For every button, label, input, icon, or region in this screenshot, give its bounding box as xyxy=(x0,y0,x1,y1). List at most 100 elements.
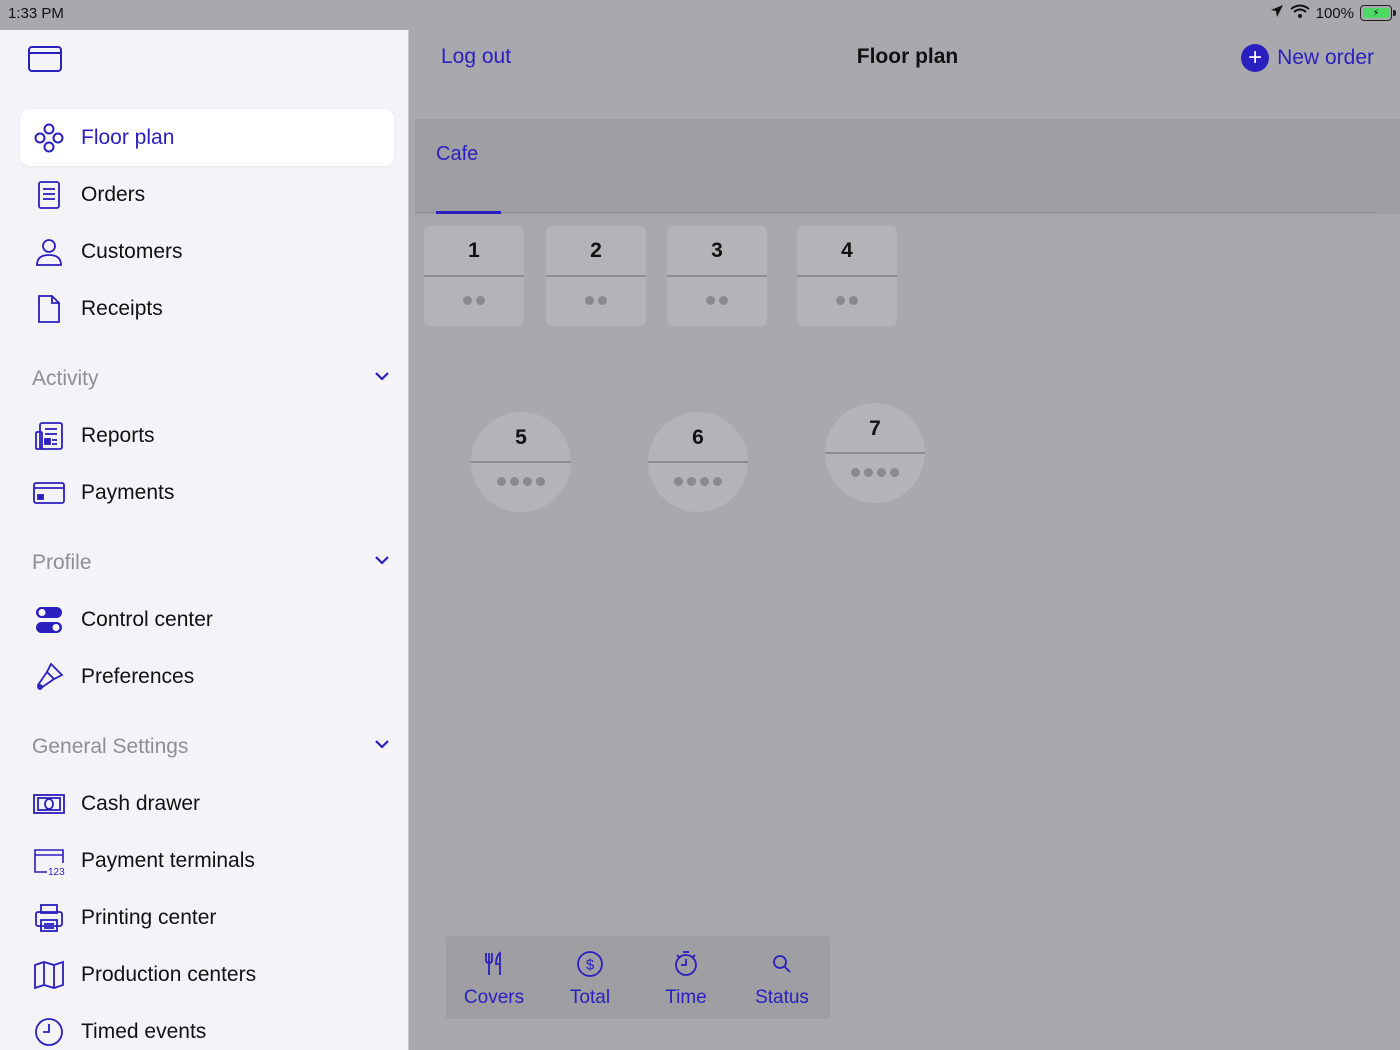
table-5[interactable]: 5 xyxy=(471,412,571,512)
sidebar-item-orders[interactable]: Orders xyxy=(20,166,394,223)
table-number: 6 xyxy=(692,426,704,449)
area-tabs: Cafe xyxy=(415,119,1400,214)
cash-drawer-icon xyxy=(32,787,66,821)
payment-terminals-icon: 123 xyxy=(32,844,66,878)
production-centers-icon xyxy=(32,958,66,992)
table-number: 3 xyxy=(711,239,723,262)
tab-selected-indicator xyxy=(436,211,501,214)
covers-label: Covers xyxy=(463,987,525,1008)
section-header-general-settings[interactable]: General Settings xyxy=(32,727,392,767)
sidebar-item-printing-center[interactable]: Printing center xyxy=(20,889,394,946)
svg-text:$: $ xyxy=(586,957,595,974)
sidebar-item-payment-terminals[interactable]: 123 Payment terminals xyxy=(20,832,394,889)
table-6[interactable]: 6 xyxy=(648,412,748,512)
svg-text:123: 123 xyxy=(48,867,65,877)
customers-icon xyxy=(32,235,66,269)
divider xyxy=(415,212,1378,213)
fork-knife-icon xyxy=(480,950,508,987)
battery-icon: ⚡ xyxy=(1360,5,1396,21)
sidebar-item-label: Orders xyxy=(81,182,146,206)
table-number: 2 xyxy=(590,239,602,262)
seat-indicator xyxy=(648,477,748,486)
sidebar-item-cash-drawer[interactable]: Cash drawer xyxy=(20,775,394,832)
status-label: Status xyxy=(755,987,809,1008)
sidebar: Floor plan Orders Customers Receipts Act… xyxy=(0,30,409,1050)
control-center-icon xyxy=(32,603,66,637)
table-number: 5 xyxy=(515,426,527,449)
navigation-bar: Log out Floor plan + New order xyxy=(415,30,1400,119)
status-bar: 1:33 PM 100% ⚡ xyxy=(0,0,1400,30)
chevron-down-icon[interactable] xyxy=(372,550,392,576)
sidebar-item-label: Preferences xyxy=(81,664,195,688)
section-title: Profile xyxy=(32,551,92,574)
sidebar-item-label: Reports xyxy=(81,423,155,447)
time-label: Time xyxy=(665,987,707,1008)
section-header-activity[interactable]: Activity xyxy=(32,359,392,399)
sidebar-item-label: Timed events xyxy=(81,1019,207,1043)
table-number: 4 xyxy=(841,239,853,262)
sidebar-item-timed-events[interactable]: Timed events xyxy=(20,1003,394,1050)
status-time: 1:33 PM xyxy=(8,5,64,22)
display-mode-bar: Covers $ Total Time Status xyxy=(446,936,830,1019)
sidebar-item-reports[interactable]: Reports xyxy=(20,407,394,464)
reports-icon xyxy=(32,419,66,453)
main-content: Log out Floor plan + New order Cafe 1 2 … xyxy=(415,30,1400,1050)
seat-indicator xyxy=(825,468,925,477)
location-icon xyxy=(1270,4,1284,22)
chevron-down-icon[interactable] xyxy=(372,734,392,760)
wifi-icon xyxy=(1290,4,1310,22)
sidebar-item-label: Cash drawer xyxy=(81,791,201,815)
sidebar-item-label: Printing center xyxy=(81,905,217,929)
sidebar-item-label: Payments xyxy=(81,480,175,504)
sidebar-item-production-centers[interactable]: Production centers xyxy=(20,946,394,1003)
total-button[interactable]: $ Total xyxy=(542,936,638,1019)
orders-icon xyxy=(32,178,66,212)
section-title: Activity xyxy=(32,367,99,390)
dollar-circle-icon: $ xyxy=(576,950,604,987)
new-order-label: New order xyxy=(1277,46,1374,69)
section-title: General Settings xyxy=(32,735,189,758)
timed-events-icon xyxy=(32,1015,66,1049)
sidebar-item-label: Customers xyxy=(81,239,183,263)
sidebar-item-label: Payment terminals xyxy=(81,848,255,872)
sidebar-item-label: Receipts xyxy=(81,296,163,320)
table-4[interactable]: 4 xyxy=(797,226,897,326)
table-number: 7 xyxy=(869,417,881,440)
sidebar-item-label: Floor plan xyxy=(81,125,175,149)
table-3[interactable]: 3 xyxy=(667,226,767,326)
seat-indicator xyxy=(546,296,646,305)
tab-cafe[interactable]: Cafe xyxy=(436,143,478,166)
sidebar-item-label: Control center xyxy=(81,607,213,631)
sidebar-item-preferences[interactable]: Preferences xyxy=(20,648,394,705)
new-order-button[interactable]: + New order xyxy=(1241,44,1374,72)
seat-indicator xyxy=(797,296,897,305)
total-label: Total xyxy=(569,987,611,1008)
sidebar-toggle-icon[interactable] xyxy=(28,46,62,72)
search-icon xyxy=(768,950,796,987)
covers-button[interactable]: Covers xyxy=(446,936,542,1019)
table-7[interactable]: 7 xyxy=(825,403,925,503)
payments-icon xyxy=(32,476,66,510)
chevron-down-icon[interactable] xyxy=(372,366,392,392)
sidebar-item-customers[interactable]: Customers xyxy=(20,223,394,280)
sidebar-item-control-center[interactable]: Control center xyxy=(20,591,394,648)
floor-plan-icon xyxy=(32,121,66,155)
sidebar-item-label: Production centers xyxy=(81,962,257,986)
table-number: 1 xyxy=(468,239,480,262)
printing-center-icon xyxy=(32,901,66,935)
section-header-profile[interactable]: Profile xyxy=(32,543,392,583)
sidebar-item-payments[interactable]: Payments xyxy=(20,464,394,521)
sidebar-item-receipts[interactable]: Receipts xyxy=(20,280,394,337)
seat-indicator xyxy=(667,296,767,305)
receipts-icon xyxy=(32,292,66,326)
table-1[interactable]: 1 xyxy=(424,226,524,326)
time-button[interactable]: Time xyxy=(638,936,734,1019)
battery-percent: 100% xyxy=(1315,4,1354,22)
sidebar-item-floor-plan[interactable]: Floor plan xyxy=(20,109,394,166)
seat-indicator xyxy=(471,477,571,486)
plus-circle-icon: + xyxy=(1241,44,1270,72)
stopwatch-icon xyxy=(672,950,700,987)
table-2[interactable]: 2 xyxy=(546,226,646,326)
status-button[interactable]: Status xyxy=(734,936,830,1019)
seat-indicator xyxy=(424,296,524,305)
